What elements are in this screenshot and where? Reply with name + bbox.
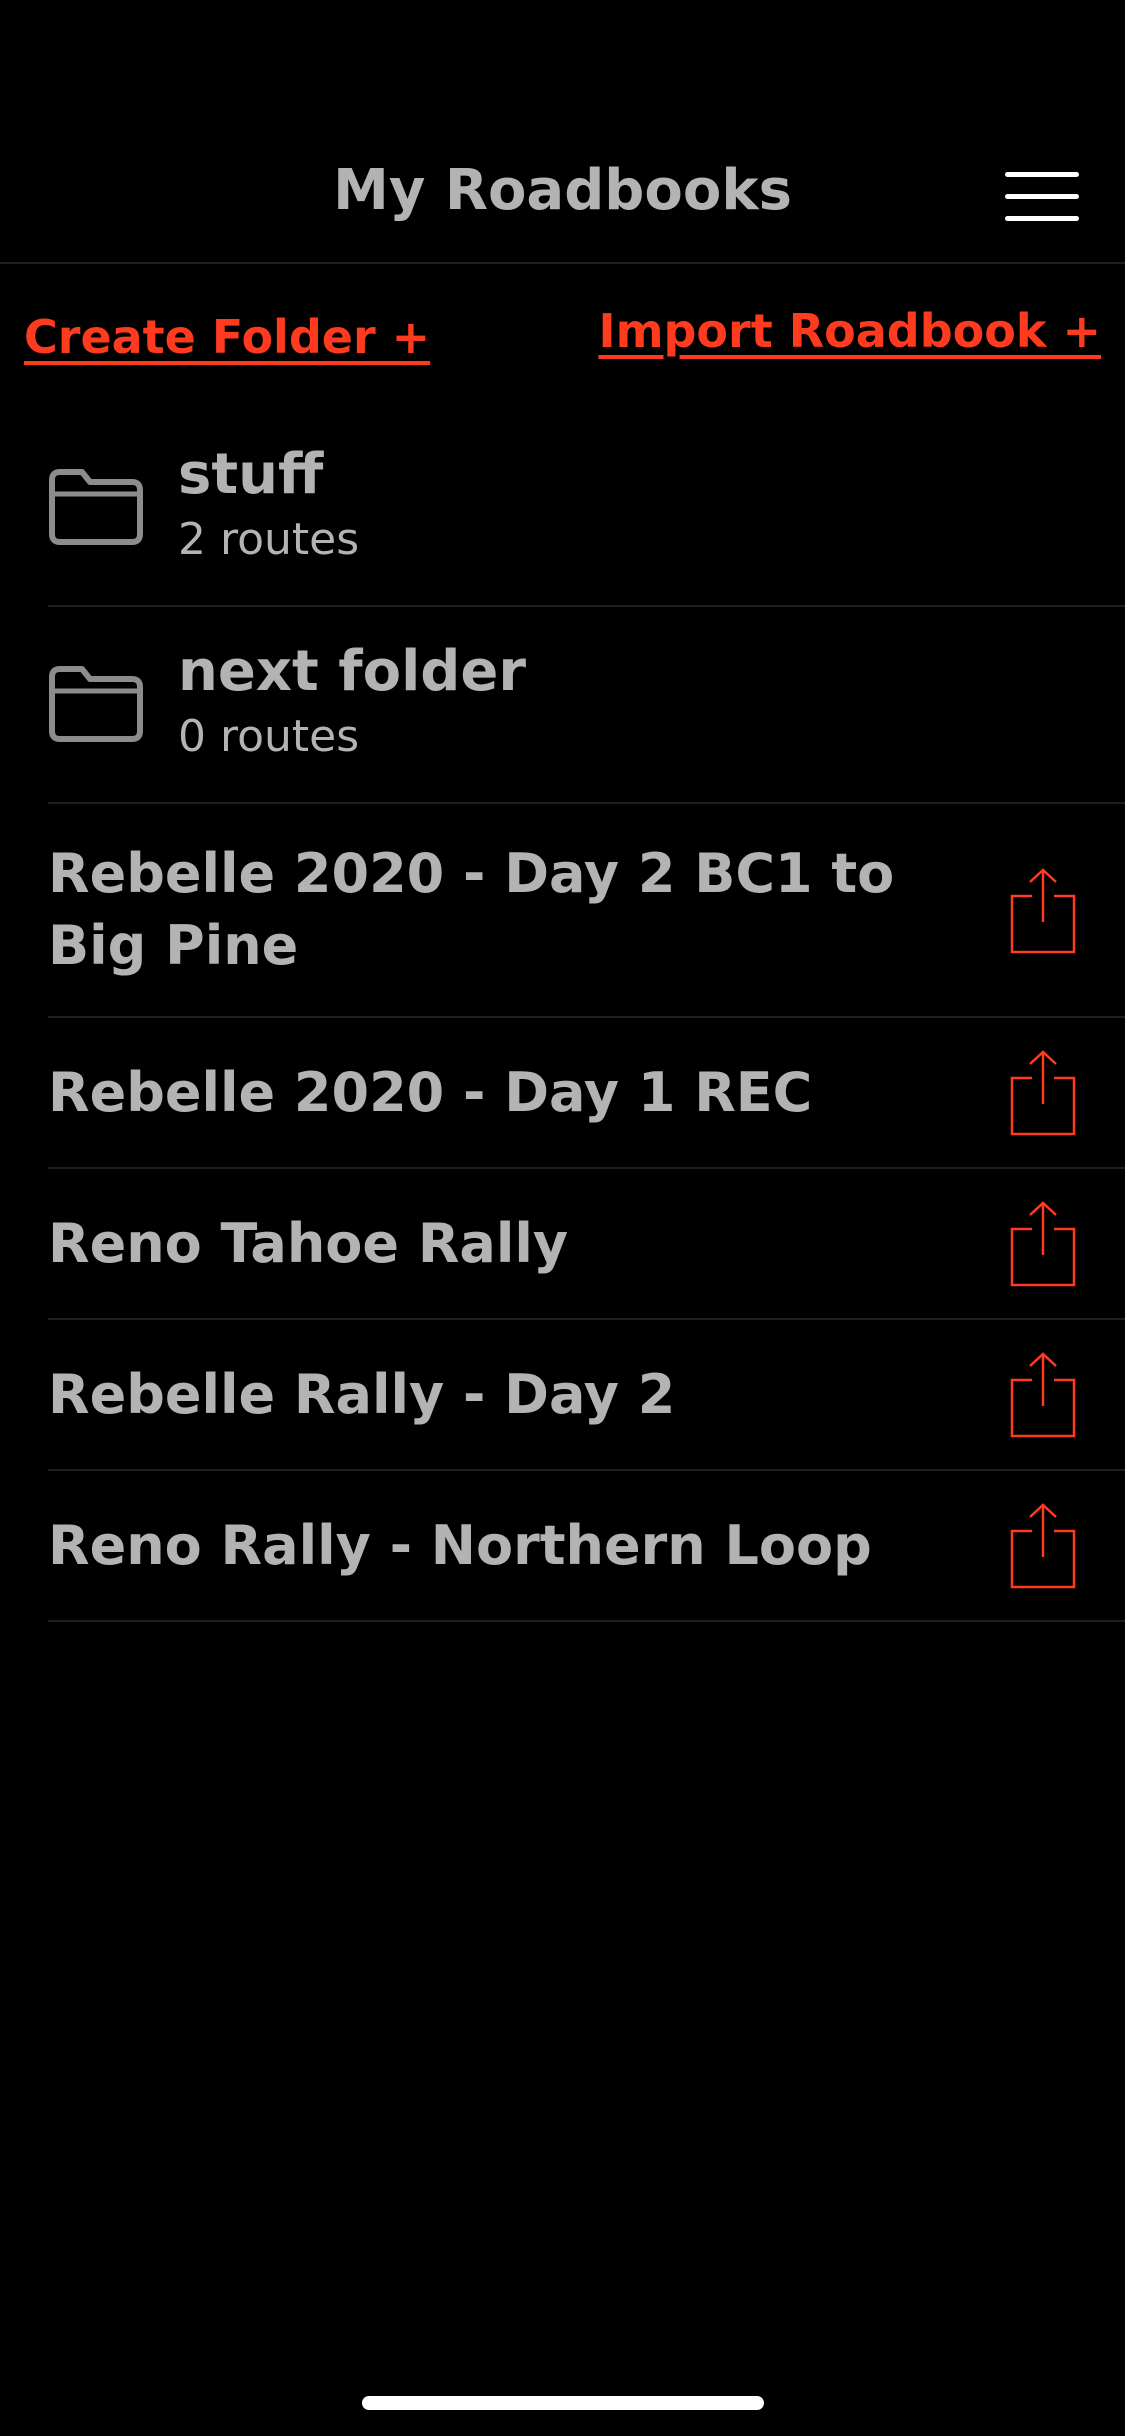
folder-route-count: 0 routes [178, 711, 360, 762]
menu-line [1005, 172, 1079, 177]
folder-route-count: 2 routes [178, 514, 360, 565]
hamburger-menu-icon[interactable] [1005, 172, 1079, 222]
menu-line [1005, 216, 1079, 221]
import-roadbook-button[interactable]: Import Roadbook + [598, 304, 1101, 358]
folder-name: stuff [178, 442, 324, 507]
route-title: Rebelle 2020 - Day 1 REC [48, 1060, 813, 1124]
route-title: Rebelle 2020 - Day 2 BC1 to Big Pine [48, 842, 895, 977]
route-item[interactable]: Rebelle Rally - Day 2 [48, 1320, 1125, 1471]
route-item[interactable]: Reno Rally - Northern Loop [48, 1471, 1125, 1622]
route-item[interactable]: Reno Tahoe Rally [48, 1169, 1125, 1320]
route-title: Rebelle Rally - Day 2 [48, 1362, 676, 1426]
share-icon[interactable] [1008, 1048, 1078, 1138]
menu-line [1005, 194, 1079, 199]
route-title: Reno Rally - Northern Loop [48, 1513, 872, 1577]
folder-icon [49, 666, 143, 742]
share-icon[interactable] [1008, 1501, 1078, 1591]
home-indicator [362, 2396, 764, 2410]
route-item[interactable]: Rebelle 2020 - Day 1 REC [48, 1018, 1125, 1169]
navigation-header: My Roadbooks [0, 0, 1125, 264]
route-title: Reno Tahoe Rally [48, 1211, 569, 1275]
create-folder-button[interactable]: Create Folder + [24, 310, 430, 364]
route-item[interactable]: Rebelle 2020 - Day 2 BC1 to Big Pine [48, 804, 1125, 1018]
folder-item-next-folder[interactable]: next folder 0 routes [48, 607, 1125, 804]
folder-name: next folder [178, 639, 526, 704]
share-icon[interactable] [1008, 866, 1078, 956]
roadbook-list: stuff 2 routes next folder 0 routes Rebe… [0, 410, 1125, 1622]
folder-icon [49, 469, 143, 545]
page-title: My Roadbooks [333, 158, 792, 223]
share-icon[interactable] [1008, 1350, 1078, 1440]
share-icon[interactable] [1008, 1199, 1078, 1289]
folder-item-stuff[interactable]: stuff 2 routes [48, 410, 1125, 607]
